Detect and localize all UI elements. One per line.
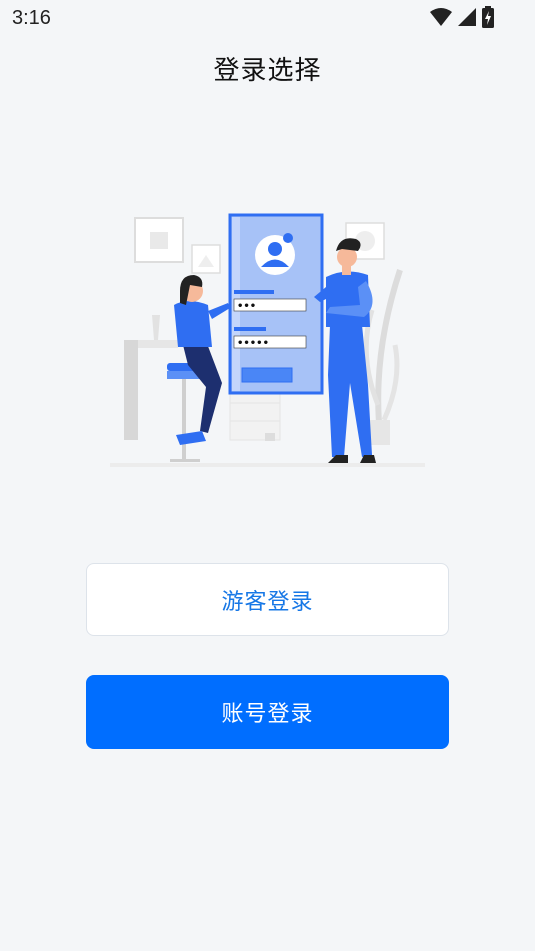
status-time: 3:16 [12,7,51,29]
page-title: 登录选择 [213,56,322,86]
guest-login-label: 游客登录 [221,589,314,615]
password-field-1-dots: ••• [237,301,256,312]
account-login-label: 账号登录 [221,702,314,727]
wifi-icon [430,8,452,26]
status-icons [429,6,495,28]
login-choice-screen: 3:16 登录选择 ••• ••••• 游客登录 账号登录 [0,0,535,951]
password-field-2-dots: ••••• [237,338,269,349]
guest-login-button[interactable]: 游客登录 [86,563,449,636]
cellular-signal-icon [458,8,476,26]
account-login-button[interactable]: 账号登录 [86,675,449,749]
status-bar: 3:16 [0,0,535,36]
battery-charging-icon [482,6,494,28]
login-illustration: ••• ••••• [110,213,425,467]
